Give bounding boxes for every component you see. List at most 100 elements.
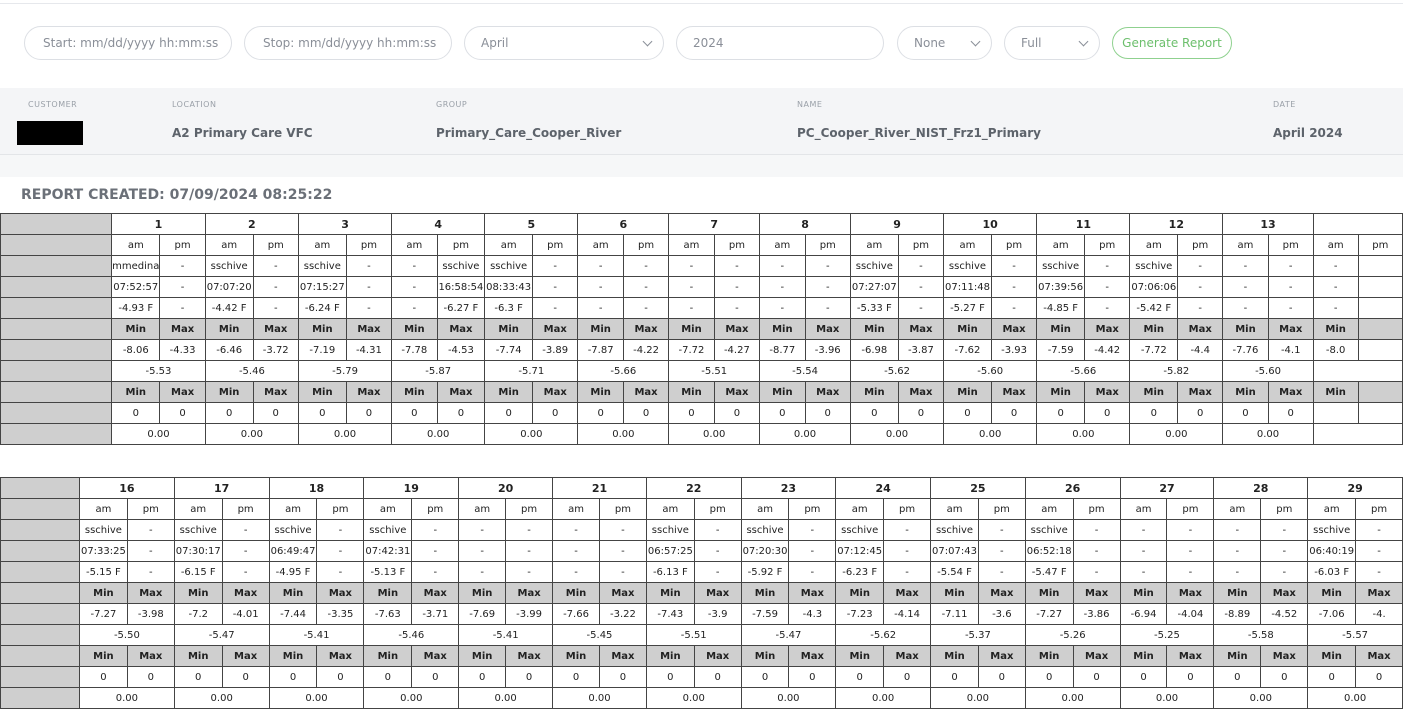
humidity-max-value: 0 — [1072, 666, 1121, 688]
option-select-1[interactable]: None — [897, 26, 992, 60]
humidity-avg-value: 0.00 — [668, 423, 761, 445]
max-temp-value: -3.71 — [411, 603, 460, 625]
humidity-max-header: Max — [1177, 381, 1224, 403]
humidity-max-value: 0 — [345, 402, 393, 424]
sensor-temp-pm: - — [883, 561, 932, 583]
humidity-avg-value: 0.00 — [268, 687, 365, 709]
sensor-temp-am: -4.85 F — [1036, 297, 1085, 319]
humidity-min-header: Min — [1119, 645, 1168, 667]
day-number: 29 — [1307, 477, 1403, 499]
staff-initials-pm: - — [1355, 519, 1403, 541]
max-temp-value: -4.33 — [159, 339, 206, 361]
min-temp-value: -7.76 — [1222, 339, 1269, 361]
max-temp-value: -3.9 — [693, 603, 742, 625]
humidity-min-value: 0 — [458, 666, 507, 688]
humidity-max-value: 0 — [1083, 402, 1131, 424]
sensor-temp-pm: - — [1267, 297, 1314, 319]
am-pm-row-label — [0, 498, 80, 520]
humidity-avg-value: 0.00 — [1036, 423, 1131, 445]
stop-datetime-field[interactable] — [244, 26, 452, 60]
humidity-min-header: Min — [458, 645, 507, 667]
humidity-min-value: 0 — [740, 666, 790, 688]
signature-time-pm: - — [531, 276, 579, 298]
humidity-min-value: 0 — [835, 666, 885, 688]
avg-temp-value: -5.60 — [1222, 360, 1314, 382]
am-label: am — [759, 234, 806, 256]
generate-report-button[interactable]: Generate Report — [1112, 27, 1232, 59]
humidity-min-header: Min — [363, 645, 413, 667]
avg-temp-row: -5.53 -5.46 -5.79 -5.87 -5.71 -5.66 -5.51 -5.54… — [0, 360, 1403, 382]
humidity-min-header: Min — [577, 381, 624, 403]
humidity-avg-value: 0.00 — [1119, 687, 1215, 709]
section-divider — [0, 155, 1403, 177]
humidity-max-header: Max — [1355, 645, 1403, 667]
humidity-min-max-header-row: Min Max Min Max Min Max Min Max Min Max Min Max Min M… — [0, 645, 1403, 667]
humidity-values-row: 00000000000000000000000000 — [0, 402, 1403, 424]
sensor-temp-am: -6.13 F — [645, 561, 695, 583]
staff-initials-am: - — [668, 255, 715, 277]
am-label: am — [668, 234, 715, 256]
max-temp-value: -4. — [1355, 603, 1403, 625]
start-datetime-field[interactable] — [24, 26, 232, 60]
signature-time-pm: - — [1177, 276, 1224, 298]
sensor-temp-pm: - — [159, 297, 206, 319]
humidity-min-value: 0 — [268, 666, 318, 688]
humidity-min-value: 0 — [645, 666, 695, 688]
humidity-min-value: 0 — [391, 402, 438, 424]
day-of-month-row-label — [0, 477, 80, 499]
sensor-temp-pm: - — [990, 297, 1038, 319]
pm-label: pm — [1072, 498, 1121, 520]
humidity-max-header: Max — [505, 645, 554, 667]
humidity-min-value: 0 — [1036, 402, 1085, 424]
max-header: Max — [411, 582, 460, 604]
max-temp-value: -4.3 — [788, 603, 837, 625]
report-filter-bar: April 2024 None Full Generate Report — [0, 4, 1403, 88]
am-label: am — [943, 234, 992, 256]
temperature-report-table: 1 2 3 4 5 6 7 8 9 10 11 12 13 am pm am pm am pm am pm am pm am p… — [0, 213, 1403, 445]
sensor-temp-am: -5.42 F — [1129, 297, 1179, 319]
humidity-avg-value — [1312, 423, 1403, 445]
sensor-temp-pm: - — [622, 297, 670, 319]
min-header: Min — [268, 582, 318, 604]
sensor-temp-am: - — [1213, 561, 1262, 583]
sensor-temp-row-label — [0, 561, 80, 583]
day-of-month-row-label — [0, 213, 113, 235]
day-number: 17 — [173, 477, 270, 499]
month-select[interactable]: April — [464, 26, 664, 60]
sensor-temp-pm: - — [598, 561, 647, 583]
sensor-temp-am: -6.15 F — [173, 561, 223, 583]
signature-time-pm: - — [126, 540, 175, 562]
option-select-2[interactable]: Full — [1004, 26, 1100, 60]
stop-datetime-input[interactable] — [261, 35, 451, 51]
min-header: Min — [645, 582, 695, 604]
min-temp-value: -7.63 — [363, 603, 413, 625]
chevron-down-icon — [970, 36, 981, 47]
min-header: Min — [1307, 582, 1357, 604]
humidity-avg-value: 0.00 — [391, 423, 486, 445]
sensor-temp-pm: - — [693, 561, 742, 583]
signature-time-pm: - — [316, 540, 365, 562]
staff-initials-am: sschive — [78, 519, 128, 541]
min-temp-value: -7.43 — [645, 603, 695, 625]
signature-time-pm: - — [505, 540, 554, 562]
min-header: Min — [458, 582, 507, 604]
signature-time-am: - — [1222, 276, 1269, 298]
day-number: 18 — [268, 477, 365, 499]
humidity-max-value: 0 — [897, 402, 945, 424]
humidity-max-value: 0 — [252, 402, 299, 424]
min-temp-value: -8.06 — [111, 339, 161, 361]
humidity-min-header: Min — [849, 381, 899, 403]
year-field[interactable]: 2024 — [676, 26, 884, 60]
min-header: Min — [484, 318, 533, 340]
start-datetime-input[interactable] — [41, 35, 231, 51]
humidity-max-value: 0 — [159, 402, 206, 424]
staff-initials-pm: - — [505, 519, 554, 541]
month-select-value: April — [481, 36, 509, 50]
humidity-max-value: 0 — [883, 666, 932, 688]
sensor-temp-row-label — [0, 297, 113, 319]
sensor-temp-am: - — [577, 297, 624, 319]
max-header: Max — [598, 582, 647, 604]
option-select-1-value: None — [914, 36, 946, 50]
staff-initials-pm: - — [883, 519, 932, 541]
humidity-avg-row-label — [0, 687, 80, 709]
